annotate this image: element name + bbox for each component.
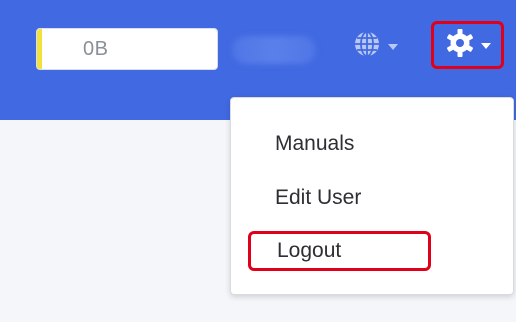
globe-icon	[352, 29, 382, 64]
gear-icon	[445, 28, 475, 63]
user-name-redacted	[232, 36, 316, 64]
menu-item-edit-user[interactable]: Edit User	[275, 186, 361, 210]
logout-highlight: Logout	[248, 231, 431, 271]
language-selector-button[interactable]	[352, 28, 416, 64]
storage-quota-indicator: 0B	[36, 28, 218, 70]
settings-dropdown-menu: Manuals Edit User Logout	[230, 97, 514, 295]
settings-menu-button[interactable]	[431, 21, 504, 69]
chevron-down-icon	[480, 43, 491, 49]
quota-progress-fill	[37, 29, 42, 69]
app-window: 0B Manuals Edit User Logout	[0, 0, 516, 322]
menu-item-logout[interactable]: Logout	[277, 239, 341, 263]
chevron-down-icon	[388, 44, 398, 50]
quota-value: 0B	[83, 38, 109, 60]
menu-item-manuals[interactable]: Manuals	[275, 132, 354, 156]
